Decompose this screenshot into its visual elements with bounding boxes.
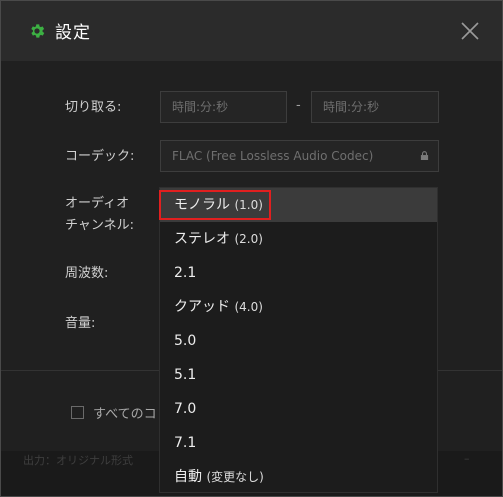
channel-dropdown-menu: モノラル (1.0) ステレオ (2.0) 2.1 クアッド (4.0) 5.0… [159, 187, 438, 493]
channel-label-line1: オーディオ [65, 196, 130, 211]
gear-icon [31, 24, 45, 38]
close-icon[interactable] [460, 21, 480, 41]
dropdown-item[interactable]: 5.0 [160, 324, 437, 358]
frequency-label: 周波数: [65, 266, 109, 281]
apply-all-label: すべてのコ [93, 407, 157, 422]
codec-value: FLAC (Free Lossless Audio Codec) [172, 149, 374, 163]
lock-icon [420, 151, 429, 160]
codec-label: コーデック: [65, 149, 135, 164]
start-time-input[interactable]: 時間:分:秒 [160, 91, 287, 123]
apply-all-checkbox[interactable] [71, 406, 84, 419]
dialog-title: 設定 [55, 23, 91, 43]
dropdown-item[interactable]: 2.1 [160, 256, 437, 290]
dropdown-item[interactable]: 自動 (変更なし) [160, 460, 437, 494]
dropdown-item[interactable]: モノラル (1.0) [160, 188, 437, 222]
title-bar: 設定 [1, 1, 502, 61]
footer-dash: – [464, 452, 470, 465]
dropdown-item[interactable]: ステレオ (2.0) [160, 222, 437, 256]
dropdown-item[interactable]: クアッド (4.0) [160, 290, 437, 324]
codec-field: FLAC (Free Lossless Audio Codec) [160, 140, 439, 172]
cut-label: 切り取る: [65, 100, 122, 115]
dropdown-item[interactable]: 7.0 [160, 392, 437, 426]
volume-label: 音量: [65, 316, 96, 331]
range-separator: - [296, 98, 301, 113]
footer-text: 出力：オリジナル形式 [23, 454, 133, 467]
dropdown-item[interactable]: 7.1 [160, 426, 437, 460]
dropdown-item[interactable]: 5.1 [160, 358, 437, 392]
end-time-input[interactable]: 時間:分:秒 [311, 91, 439, 123]
channel-label-line2: チャンネル: [65, 218, 134, 233]
